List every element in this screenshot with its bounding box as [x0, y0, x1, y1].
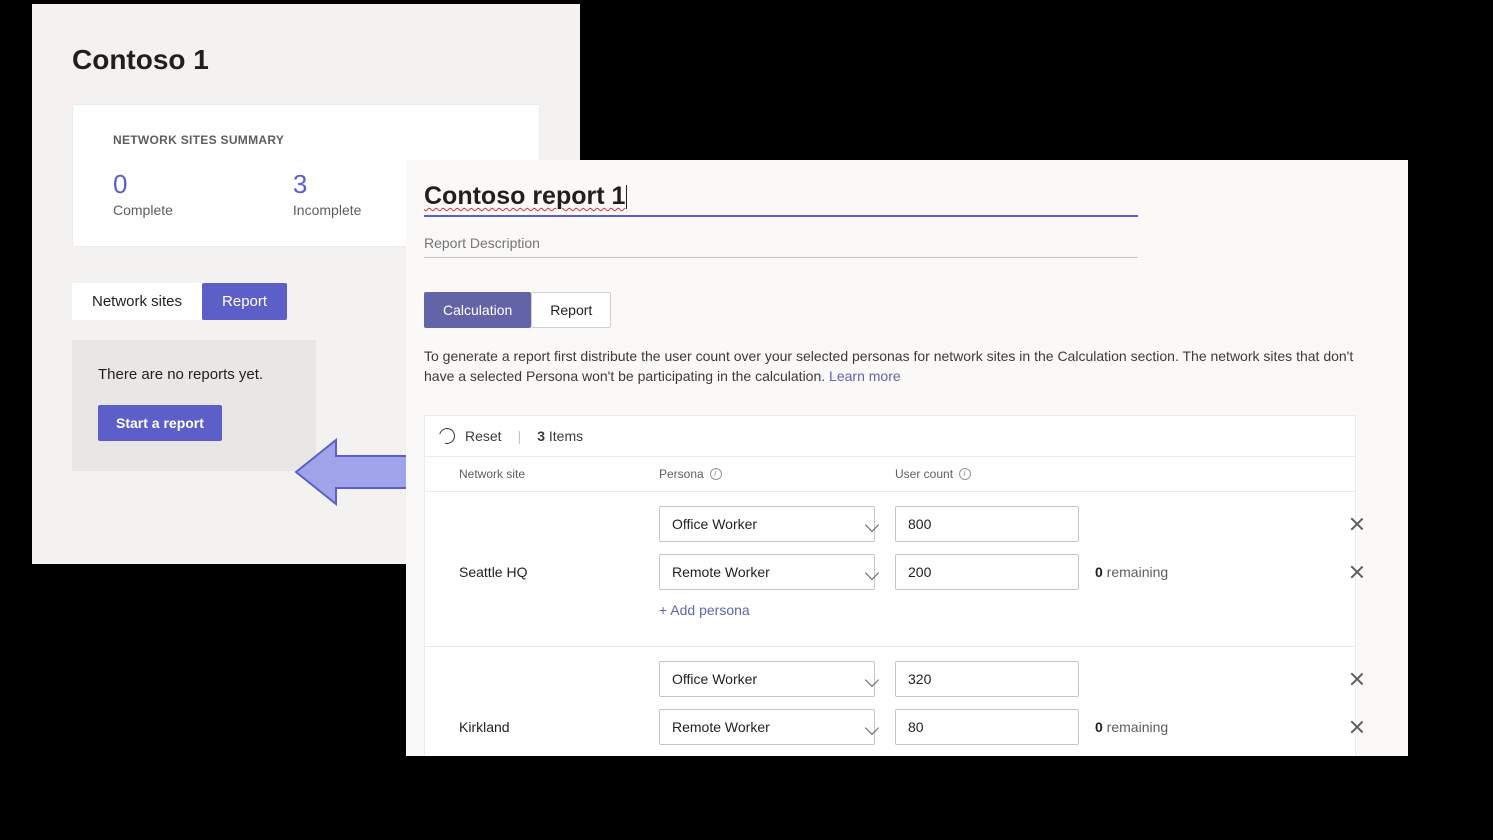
user-count-input[interactable] — [895, 506, 1079, 542]
metric-complete-value: 0 — [113, 169, 173, 200]
persona-select-field[interactable]: Remote Worker — [659, 554, 875, 590]
remove-row-icon[interactable] — [1349, 671, 1365, 687]
report-name-input[interactable]: Contoso report 1 — [424, 180, 1138, 217]
site-name-cell: Kirkland — [459, 719, 659, 735]
persona-select[interactable]: Remote Worker — [659, 554, 895, 590]
page-title: Contoso 1 — [72, 44, 540, 76]
learn-more-link[interactable]: Learn more — [829, 368, 901, 384]
metric-incomplete-label: Incomplete — [293, 202, 361, 218]
remaining-label: 0 remaining — [1095, 719, 1295, 735]
info-icon[interactable] — [710, 468, 722, 480]
site-block: Office Worker KirklandRemote Worker 0 rema… — [425, 647, 1355, 756]
persona-row: Office Worker — [459, 506, 1321, 542]
col-user-count: User count — [895, 467, 1095, 481]
tab-editor-report[interactable]: Report — [531, 292, 611, 328]
reset-button[interactable]: Reset — [465, 428, 502, 444]
add-persona-link[interactable]: + Add persona — [659, 602, 895, 618]
site-block: Office Worker Seattle HQRemote Worker 0 re… — [425, 492, 1355, 647]
report-editor-panel: Contoso report 1 Calculation Report To g… — [406, 160, 1408, 756]
summary-heading: NETWORK SITES SUMMARY — [113, 133, 499, 147]
persona-select-field[interactable]: Office Worker — [659, 661, 875, 697]
no-reports-text: There are no reports yet. — [98, 366, 290, 383]
user-count-input[interactable] — [895, 709, 1079, 745]
persona-row: Seattle HQRemote Worker 0 remaining — [459, 554, 1321, 590]
persona-select[interactable]: Office Worker — [659, 661, 895, 697]
remove-row-icon[interactable] — [1349, 564, 1365, 580]
persona-select[interactable]: Office Worker — [659, 506, 895, 542]
site-name-cell: Seattle HQ — [459, 564, 659, 580]
reset-icon — [436, 425, 458, 447]
persona-row: Office Worker — [459, 661, 1321, 697]
instruction-text: To generate a report first distribute th… — [424, 346, 1354, 387]
metric-complete: 0 Complete — [113, 169, 173, 218]
report-description-input[interactable] — [424, 221, 1138, 258]
calculation-table: Reset | 3 Items Network site Persona Use… — [424, 415, 1356, 756]
persona-select[interactable]: Remote Worker — [659, 709, 895, 745]
tab-report[interactable]: Report — [202, 283, 287, 320]
metric-incomplete-value: 3 — [293, 169, 361, 200]
persona-select-field[interactable]: Remote Worker — [659, 709, 875, 745]
start-a-report-button[interactable]: Start a report — [98, 405, 222, 441]
tab-network-sites[interactable]: Network sites — [72, 283, 202, 320]
persona-row: KirklandRemote Worker 0 remaining — [459, 709, 1321, 745]
remove-row-icon[interactable] — [1349, 516, 1365, 532]
persona-select-field[interactable]: Office Worker — [659, 506, 875, 542]
info-icon[interactable] — [959, 468, 971, 480]
remove-row-icon[interactable] — [1349, 719, 1365, 735]
metric-complete-label: Complete — [113, 202, 173, 218]
remaining-label: 0 remaining — [1095, 564, 1295, 580]
table-header: Network site Persona User count — [425, 457, 1355, 492]
items-count: 3 Items — [537, 428, 583, 444]
col-network-site: Network site — [459, 467, 659, 481]
user-count-input[interactable] — [895, 661, 1079, 697]
editor-tabs: Calculation Report — [424, 292, 600, 328]
no-reports-banner: There are no reports yet. Start a report — [72, 340, 316, 471]
table-toolbar: Reset | 3 Items — [425, 416, 1355, 457]
tab-calculation[interactable]: Calculation — [424, 292, 531, 328]
metric-incomplete: 3 Incomplete — [293, 169, 361, 218]
col-persona: Persona — [659, 467, 895, 481]
callout-arrow-icon — [292, 434, 416, 510]
user-count-input[interactable] — [895, 554, 1079, 590]
